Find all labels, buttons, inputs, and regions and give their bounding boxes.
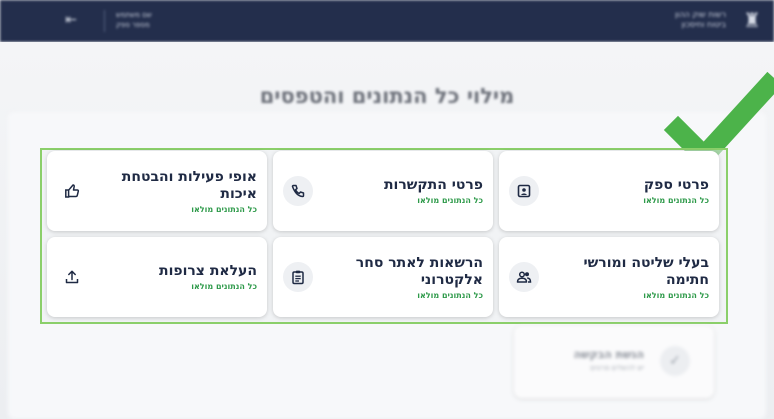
tile-supplier-details[interactable]: פרטי ספק כל הנתונים מולאו	[499, 151, 719, 231]
page-title: מילוי כל הנתונים והטפסים	[259, 84, 515, 108]
check-icon: ✓	[660, 346, 690, 376]
top-bar-divider	[104, 10, 105, 32]
tile-title: הרשאות לאתר סחר אלקטרוני	[355, 254, 483, 288]
tile-controllers-signatories[interactable]: בעלי שליטה ומורשי חתימה כל הנתונים מולאו	[499, 237, 719, 317]
tile-status: כל הנתונים מולאו	[643, 290, 709, 300]
tile-contact-details[interactable]: פרטי התקשרות כל הנתונים מולאו	[273, 151, 493, 231]
submit-request-card[interactable]: ✓ הגשת הבקשה יש להשלים פרטים	[514, 326, 714, 398]
tile-status: כל הנתונים מולאו	[191, 204, 257, 214]
tile-title: העלאת צרופות	[159, 263, 257, 279]
tile-status: כל הנתונים מולאו	[417, 196, 483, 205]
tile-upload-attachments[interactable]: העלאת צרופות כל הנתונים מולאו	[47, 237, 267, 317]
upload-icon	[57, 262, 87, 292]
tile-activity-quality[interactable]: אופי פעילות והבטחת איכות כל הנתונים מולא…	[47, 151, 267, 231]
tile-status: כל הנתונים מולאו	[643, 196, 709, 205]
tile-title: פרטי ספק	[643, 177, 709, 193]
tile-status: כל הנתונים מולאו	[417, 290, 483, 300]
logo-line-1: רשות שוק ההון	[674, 10, 726, 19]
user-info: שם משתמש מספר ספק	[116, 10, 152, 30]
logo-text: רשות שוק ההון ביטוח וחיסכון	[675, 10, 726, 30]
logo-line-2: ביטוח וחיסכון	[681, 20, 726, 29]
badge-icon	[509, 176, 539, 206]
tile-title: אופי פעילות והבטחת איכות	[121, 168, 257, 202]
tile-status: כל הנתונים מולאו	[191, 282, 257, 291]
tile-ecommerce-permissions[interactable]: הרשאות לאתר סחר אלקטרוני כל הנתונים מולא…	[273, 237, 493, 317]
phone-icon	[283, 176, 313, 206]
tile-title: בעלי שליטה ומורשי חתימה	[583, 254, 709, 288]
thumbs-up-icon	[57, 176, 87, 206]
logo-icon: ♜	[743, 8, 761, 32]
user-name: שם משתמש	[116, 11, 152, 19]
tile-title: פרטי התקשרות	[383, 177, 483, 193]
supplier-number: מספר ספק	[116, 21, 150, 29]
clipboard-icon	[283, 262, 313, 292]
top-bar: ⇤ שם משתמש מספר ספק רשות שוק ההון ביטוח …	[0, 0, 774, 42]
submit-subtitle: יש להשלים פרטים	[590, 364, 644, 372]
submit-title: הגשת הבקשה	[573, 348, 644, 361]
exit-icon[interactable]: ⇤	[62, 12, 80, 30]
people-icon	[509, 262, 539, 292]
